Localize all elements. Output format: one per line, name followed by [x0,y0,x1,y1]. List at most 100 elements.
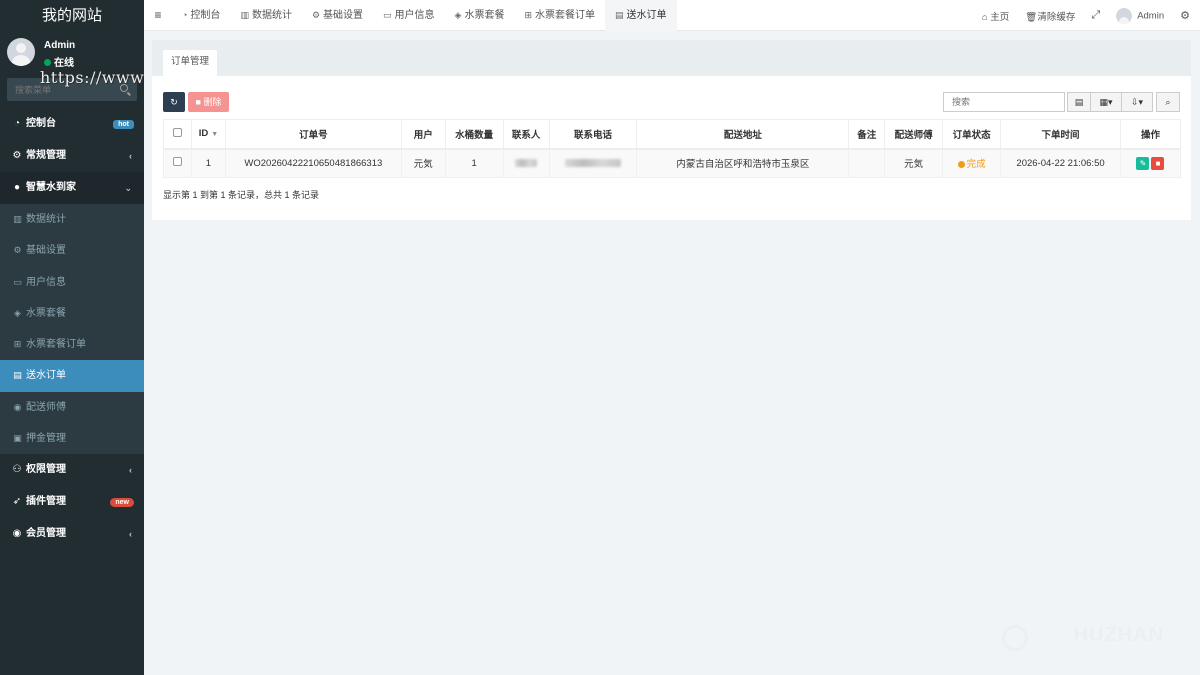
chevron-left-icon: ‹ [129,465,132,476]
sidebar-item-water[interactable]: ● 智慧水到家 ⌄ [0,172,144,204]
sidebar-item-members[interactable]: ◉ 会员管理 ‹ [0,518,144,550]
cart-icon: ⊞ [13,339,22,350]
tab-stats[interactable]: ▥ 数据统计 [230,0,302,31]
sidebar-item-ticket-package[interactable]: ◈ 水票套餐 [0,298,144,329]
bar-chart-icon: ▥ [240,10,249,20]
sidebar-item-label: 水票套餐订单 [26,339,86,351]
sidebar-item-label: 用户信息 [26,276,66,288]
list-alt-icon: ▤ [13,370,22,381]
sidebar-item-label: 配送师傅 [26,401,66,413]
search-icon[interactable]: ⌕ [1156,92,1180,112]
tab-ticket-package[interactable]: ◈ 水票套餐 [445,0,515,31]
home-icon: ⌂ [981,11,988,23]
tab-basic-settings[interactable]: ⚙ 基础设置 [302,0,373,31]
column-header[interactable]: ID ▼ [190,119,226,150]
trash-icon: 🗑 [1025,11,1038,23]
column-header[interactable]: 联系人 [502,119,550,150]
column-header[interactable]: 用户 [400,119,446,150]
money-icon: ▣ [13,433,22,444]
sidebar-item-deposit[interactable]: ▣ 押金管理 [0,423,144,454]
sidebar-item-couriers[interactable]: ◉ 配送师傅 [0,392,144,423]
export-icon[interactable]: ⇩▾ [1121,92,1153,112]
bar-chart-icon: ▥ [13,214,22,224]
sidebar-item-basic-settings[interactable]: ⚙ 基础设置 [0,235,144,266]
trash-icon: ■ [1155,158,1161,168]
column-header[interactable]: 配送地址 [636,119,850,150]
tab-dashboard[interactable]: ◔ 控制台 [172,0,230,31]
sidebar-item-plugins[interactable]: ➶ 插件管理 new [0,486,144,518]
tab-delivery-orders[interactable]: ▤ 送水订单 [605,0,677,31]
new-badge: new [110,498,134,508]
menu-toggle-icon[interactable]: ≡ [144,0,172,31]
column-header[interactable]: 备注 [848,119,886,150]
gear-icon: ⚙ [13,245,22,256]
credit-card-icon: ▭ [383,10,392,20]
delete-row-button[interactable]: ■ [1151,156,1165,170]
tab-label: 用户信息 [394,10,435,21]
chevron-down-icon: ⌄ [124,183,132,193]
tab-label: 基础设置 [323,10,364,21]
avatar [1116,7,1133,24]
row-select-cell [163,148,192,178]
ticket-icon: ◈ [454,10,462,20]
table-row[interactable]: 1 WO20260422210650481866313 元気 1 内蒙古自治区呼… [163,148,1182,178]
sidebar-item-label: 水票套餐 [26,307,66,319]
online-dot-icon [44,59,51,66]
column-header[interactable]: 水桶数量 [444,119,504,150]
home-link[interactable]: ⌂ 主页 [974,9,1017,23]
cell-phone [548,148,638,178]
column-header[interactable]: 订单号 [224,119,402,150]
nav-right: ⌂ 主页 🗑清除缓存 ⤢ Admin ⚙ [974,0,1200,31]
clear-cache-button[interactable]: 🗑清除缓存 [1017,9,1083,23]
cogs-icon: ⚙ [12,150,22,161]
select-all-checkbox[interactable] [172,127,182,137]
row-checkbox[interactable] [172,157,182,167]
user-circle-icon: ◉ [12,528,22,540]
rocket-icon: ➶ [12,496,22,508]
cell-id: 1 [190,148,226,178]
table-search-input[interactable] [943,92,1065,112]
sidebar-item-ticket-orders[interactable]: ⊞ 水票套餐订单 [0,329,144,360]
pencil-icon: ✎ [1139,158,1147,168]
column-header[interactable]: 配送师傅 [884,119,944,150]
edit-button[interactable]: ✎ [1136,156,1150,170]
sidebar-item-delivery-orders[interactable]: ▤ 送水订单 [0,360,144,392]
sidebar-item-label: 数据统计 [26,214,66,225]
delete-button[interactable]: ■ 删除 [188,92,229,112]
sort-desc-icon: ▼ [211,131,219,139]
sidebar-item-label: 控制台 [26,118,56,129]
cell-time: 2026-04-22 21:06:50 [1000,148,1121,178]
sidebar-menu: ◔ 控制台 hot ⚙ 常规管理 ‹ ● 智慧水到家 ⌄ ▥ 数据统计 ⚙ 基础设置 ▭ 用… [0,108,144,550]
delete-label: 删除 [203,97,222,107]
user-menu-label: Admin [1137,10,1165,22]
home-label: 主页 [990,11,1010,23]
column-header[interactable]: 订单状态 [942,119,1002,150]
sidebar-item-permissions[interactable]: ⚇ 权限管理 ‹ [0,454,144,486]
fullscreen-icon[interactable]: ⤢ [1083,9,1108,22]
tab-user-info[interactable]: ▭ 用户信息 [373,0,445,31]
user-menu[interactable]: Admin [1108,7,1172,24]
sidebar-item-label: 送水订单 [26,370,66,382]
column-header[interactable]: 联系电话 [548,119,638,150]
toggle-view-icon[interactable]: ▤ [1067,92,1091,112]
tab-ticket-orders[interactable]: ⊞ 水票套餐订单 [514,0,605,31]
cell-address: 内蒙古自治区呼和浩特市玉泉区 [636,148,850,178]
sidebar-item-dashboard[interactable]: ◔ 控制台 hot [0,108,144,140]
water-submenu: ▥ 数据统计 ⚙ 基础设置 ▭ 用户信息 ◈ 水票套餐 ⊞ 水票套餐订单 ▤ 送水订单 ◉ 配… [0,204,144,455]
top-navbar: ≡ ◔ 控制台 ▥ 数据统计 ⚙ 基础设置 ▭ 用户信息 ◈ 水票套餐 ⊞ 水票套餐订单 ▤… [144,0,1200,31]
user-status: 在线 [44,54,74,69]
settings-icon[interactable]: ⚙ [1172,9,1200,22]
tab-label: 数据统计 [251,10,292,21]
sidebar-item-label: 权限管理 [26,464,66,476]
tab-order-management[interactable]: 订单管理 [163,50,217,76]
refresh-button[interactable]: ↻ [163,92,185,112]
column-header[interactable]: 下单时间 [1000,119,1121,150]
select-all-cell [163,119,192,150]
column-header: 操作 [1119,119,1182,150]
site-logo[interactable]: 我的网站 [0,0,144,31]
sidebar-item-stats[interactable]: ▥ 数据统计 [0,204,144,235]
cell-status: 完成 [942,148,1002,178]
sidebar-item-general[interactable]: ⚙ 常规管理 ‹ [0,140,144,172]
columns-icon[interactable]: ▦▾ [1090,92,1122,112]
sidebar-item-user-info[interactable]: ▭ 用户信息 [0,267,144,298]
